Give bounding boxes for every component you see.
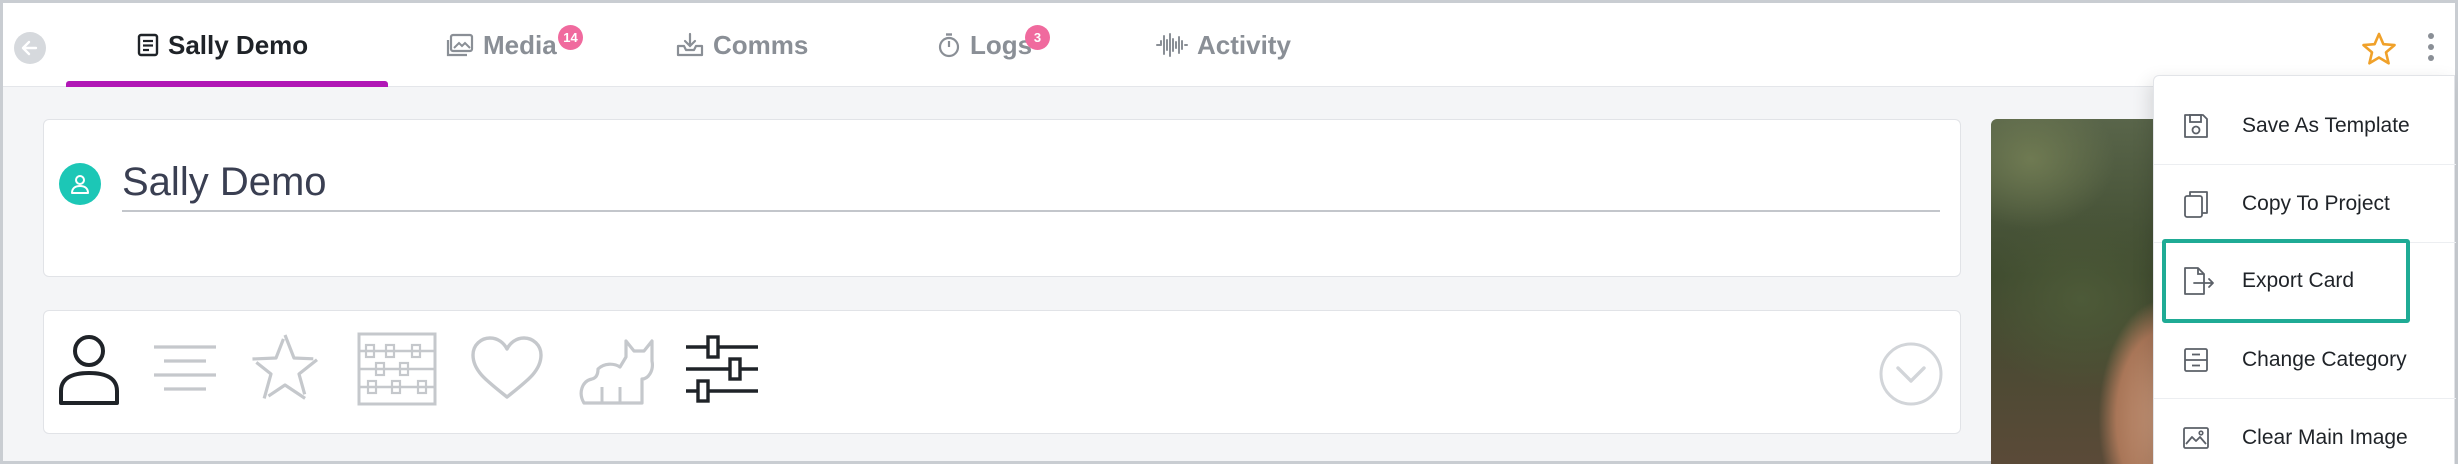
menu-item-label: Copy To Project bbox=[2242, 191, 2390, 215]
sliders-icon bbox=[686, 335, 758, 403]
export-file-icon bbox=[2184, 267, 2214, 295]
inbox-icon bbox=[676, 32, 704, 57]
lines-icon bbox=[154, 345, 216, 391]
record-name-card: Sally Demo bbox=[43, 119, 1961, 277]
back-button[interactable] bbox=[14, 32, 46, 64]
waveform-icon bbox=[1156, 33, 1188, 57]
abacus-icon bbox=[357, 332, 437, 406]
menu-item-label: Change Category bbox=[2242, 347, 2407, 371]
menu-item-export-card[interactable]: Export Card bbox=[2162, 239, 2410, 323]
more-options-button[interactable] bbox=[2421, 33, 2441, 67]
kebab-dot bbox=[2428, 55, 2434, 61]
tab-activity[interactable]: Activity bbox=[1156, 3, 1291, 87]
stopwatch-icon bbox=[938, 33, 960, 58]
menu-item-clear-main-image[interactable]: Clear Main Image bbox=[2154, 399, 2456, 464]
star-outline-icon bbox=[2362, 32, 2396, 65]
active-tab-indicator bbox=[66, 81, 388, 87]
section-person[interactable] bbox=[56, 331, 122, 407]
tab-label: Sally Demo bbox=[168, 30, 309, 60]
menu-item-label: Export Card bbox=[2242, 269, 2355, 292]
floppy-icon bbox=[2184, 113, 2208, 138]
section-counters[interactable] bbox=[356, 331, 438, 407]
tab-label: Activity bbox=[1197, 30, 1291, 60]
top-tab-bar: Sally Demo Media 14 Comms Logs 3 Activit… bbox=[3, 3, 2455, 87]
menu-item-label: Clear Main Image bbox=[2242, 426, 2408, 449]
star-outline-icon bbox=[250, 333, 320, 401]
arrow-left-icon bbox=[21, 40, 38, 56]
menu-item-change-category[interactable]: Change Category bbox=[2154, 321, 2456, 399]
tab-sally-demo[interactable]: Sally Demo bbox=[137, 3, 308, 87]
tab-logs[interactable]: Logs bbox=[937, 3, 1032, 87]
record-name-field[interactable]: Sally Demo bbox=[122, 152, 1940, 212]
menu-item-copy-to-project[interactable]: Copy To Project bbox=[2154, 165, 2456, 243]
section-settings[interactable] bbox=[684, 331, 760, 407]
kebab-dot bbox=[2428, 33, 2434, 39]
tab-media[interactable]: Media bbox=[446, 3, 557, 87]
menu-item-label: Save As Template bbox=[2242, 113, 2410, 137]
card-icon bbox=[137, 33, 159, 57]
more-options-menu: Save As Template Copy To Project Export … bbox=[2153, 75, 2456, 464]
tab-label: Media bbox=[483, 30, 557, 60]
tab-comms[interactable]: Comms bbox=[676, 3, 808, 87]
section-details[interactable] bbox=[152, 331, 218, 407]
section-ratings[interactable] bbox=[247, 331, 323, 407]
image-icon bbox=[2183, 427, 2209, 449]
person-icon bbox=[71, 175, 89, 194]
drawer-icon bbox=[2184, 347, 2208, 372]
heart-icon bbox=[471, 336, 543, 399]
section-favorites[interactable] bbox=[469, 331, 545, 407]
copy-icon bbox=[2184, 190, 2208, 218]
expand-sections-button[interactable] bbox=[1878, 341, 1944, 407]
main-image[interactable] bbox=[1991, 119, 2171, 464]
logs-count-badge: 3 bbox=[1025, 25, 1050, 50]
media-icon bbox=[446, 33, 474, 57]
tab-label: Comms bbox=[713, 30, 809, 60]
kebab-dot bbox=[2428, 44, 2434, 50]
cat-icon bbox=[579, 339, 654, 405]
media-count-badge: 14 bbox=[558, 25, 583, 50]
favorite-button[interactable] bbox=[2361, 31, 2397, 67]
tab-label: Logs bbox=[970, 30, 1033, 60]
person-icon bbox=[59, 335, 119, 405]
section-pets[interactable] bbox=[574, 331, 660, 407]
avatar bbox=[59, 163, 101, 205]
menu-item-save-as-template[interactable]: Save As Template bbox=[2154, 87, 2456, 165]
chevron-down-circle-icon bbox=[1879, 342, 1943, 406]
section-icon-bar bbox=[43, 310, 1961, 434]
